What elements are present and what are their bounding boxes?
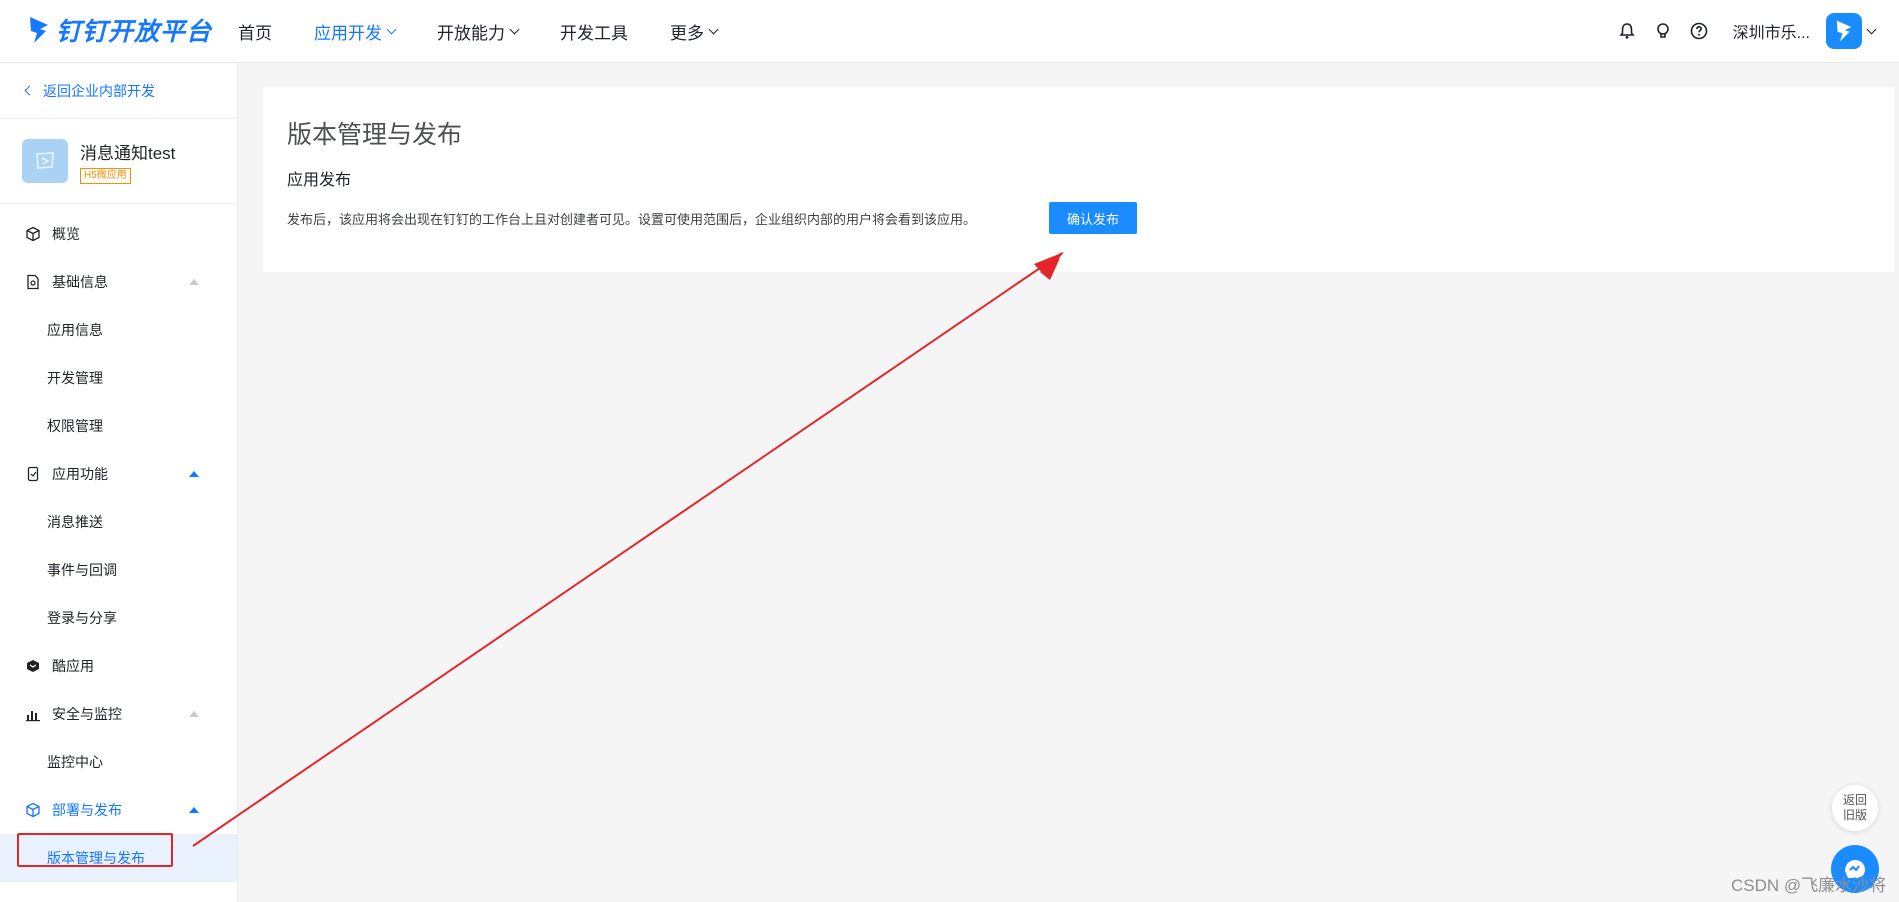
nav-more-label: 更多	[670, 23, 704, 43]
cube-icon	[24, 801, 42, 819]
dingtalk-logo[interactable]: 钉钉开放平台	[28, 10, 212, 50]
return-old-version-label: 返回 旧版	[1842, 793, 1867, 822]
app-icon	[22, 139, 68, 183]
logo-text: 钉钉开放平台	[56, 18, 213, 46]
sidebar-item-label: 酷应用	[52, 658, 94, 674]
section-title: 应用发布	[287, 172, 352, 189]
chevron-down-icon[interactable]	[1866, 24, 1877, 34]
collapse-caret-icon[interactable]	[189, 279, 199, 285]
csdn-watermark: CSDN @飞廉水沙将	[1731, 876, 1887, 895]
back-to-internal-dev-link[interactable]: 返回企业内部开发	[0, 63, 237, 119]
sidebar-item-deploy-release[interactable]: 部署与发布	[0, 786, 237, 834]
sidebar-item-label: 部署与发布	[52, 802, 122, 818]
chevron-down-icon	[386, 24, 397, 34]
nav-home-label: 首页	[238, 23, 272, 43]
nav-app-dev[interactable]: 应用开发	[314, 19, 397, 44]
sidebar-item-label: 消息推送	[47, 514, 103, 530]
collapse-caret-icon[interactable]	[189, 471, 199, 477]
main-nav: 首页 应用开发 开放能力 开发工具 更多	[238, 0, 759, 62]
dingtalk-avatar-icon	[1836, 20, 1852, 42]
nav-dev-tools-label: 开发工具	[560, 23, 628, 43]
sidebar-item-message-push[interactable]: 消息推送	[0, 498, 237, 546]
cool-app-icon	[24, 657, 42, 675]
bell-icon[interactable]	[1617, 21, 1637, 41]
return-old-version-button[interactable]: 返回 旧版	[1832, 785, 1878, 831]
sidebar-item-overview[interactable]: 概览	[0, 210, 237, 258]
chevron-left-icon	[24, 85, 35, 96]
sidebar-item-permission-management[interactable]: 权限管理	[0, 402, 237, 450]
back-link-label: 返回企业内部开发	[43, 82, 155, 99]
header-tools: 深圳市乐...	[1617, 0, 1877, 62]
sidebar-item-login-share[interactable]: 登录与分享	[0, 594, 237, 642]
sidebar-item-label: 监控中心	[47, 754, 103, 770]
sidebar-item-cool-app[interactable]: 酷应用	[0, 642, 237, 690]
sidebar-menu: 概览 基础信息 应用信息 开发管理 权限管理 应用功能 消息推送 事件与回调 登…	[0, 204, 237, 882]
sidebar-item-app-features[interactable]: 应用功能	[0, 450, 237, 498]
sidebar-item-label: 开发管理	[47, 370, 103, 386]
cube-icon	[24, 225, 42, 243]
app-type-badge: H5微应用	[80, 167, 131, 184]
dingtalk-logo-icon	[30, 17, 48, 43]
release-description: 发布后，该应用将会出现在钉钉的工作台上且对创建者可见。设置可使用范围后，企业组织…	[287, 212, 977, 227]
annotation-arrow-line	[192, 252, 1063, 847]
sidebar-item-label: 应用功能	[52, 466, 108, 482]
sidebar-item-label: 基础信息	[52, 274, 108, 290]
help-icon[interactable]	[1689, 21, 1709, 41]
sidebar-item-label: 应用信息	[47, 322, 103, 338]
sidebar-item-label: 安全与监控	[52, 706, 122, 722]
bar-chart-icon	[24, 705, 42, 723]
nav-dev-tools[interactable]: 开发工具	[560, 19, 628, 44]
org-name[interactable]: 深圳市乐...	[1733, 19, 1810, 43]
sidebar-item-dev-management[interactable]: 开发管理	[0, 354, 237, 402]
sidebar-item-label: 登录与分享	[47, 610, 117, 626]
nav-more[interactable]: 更多	[670, 19, 719, 44]
sidebar: 返回企业内部开发 消息通知test H5微应用 概览 基础信息 应用信息 开发管…	[0, 63, 238, 902]
nav-open-capability-label: 开放能力	[437, 23, 505, 43]
sidebar-item-app-info[interactable]: 应用信息	[0, 306, 237, 354]
nav-home[interactable]: 首页	[238, 19, 272, 44]
collapse-caret-icon[interactable]	[189, 807, 199, 813]
sidebar-item-security-monitor[interactable]: 安全与监控	[0, 690, 237, 738]
sidebar-item-label: 权限管理	[47, 418, 103, 434]
nav-app-dev-label: 应用开发	[314, 23, 382, 43]
app-name: 消息通知test	[80, 143, 176, 163]
annotation-highlight-box	[17, 833, 173, 867]
org-avatar[interactable]	[1826, 13, 1862, 49]
confirm-release-button[interactable]: 确认发布	[1049, 202, 1137, 234]
sidebar-item-monitor-center[interactable]: 监控中心	[0, 738, 237, 786]
chevron-down-icon	[708, 24, 719, 34]
chevron-down-icon	[509, 24, 520, 34]
document-icon	[24, 273, 42, 291]
phone-icon	[24, 465, 42, 483]
sidebar-item-label: 概览	[52, 226, 80, 242]
nav-open-capability[interactable]: 开放能力	[437, 19, 520, 44]
sidebar-item-label: 事件与回调	[47, 562, 117, 578]
sidebar-item-events-callback[interactable]: 事件与回调	[0, 546, 237, 594]
app-card: 消息通知test H5微应用	[0, 119, 237, 204]
version-release-card: 版本管理与发布 应用发布 发布后，该应用将会出现在钉钉的工作台上且对创建者可见。…	[263, 87, 1894, 272]
collapse-caret-icon[interactable]	[189, 711, 199, 717]
top-nav-bar: 钉钉开放平台 首页 应用开发 开放能力 开发工具 更多 深圳市乐...	[0, 0, 1899, 63]
lightbulb-icon[interactable]	[1653, 21, 1673, 41]
sidebar-item-basic-info[interactable]: 基础信息	[0, 258, 237, 306]
page-title: 版本管理与发布	[287, 121, 463, 149]
